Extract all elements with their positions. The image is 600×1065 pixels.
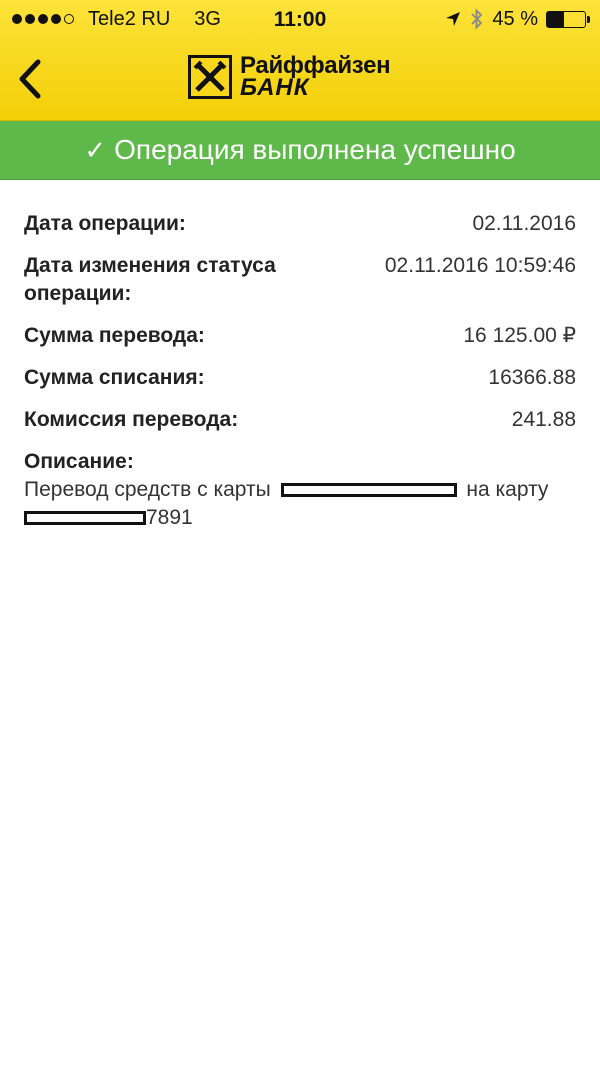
bluetooth-icon: [471, 8, 483, 30]
description-part1: Перевод средств с карты: [24, 478, 271, 501]
description-part2: на карту: [466, 478, 549, 501]
status-change-value: 02.11.2016 10:59:46: [384, 254, 576, 277]
chevron-left-icon: [19, 59, 41, 99]
debit-value: 16366.88: [488, 366, 576, 389]
amount-value: 16 125.00 ₽: [463, 324, 576, 347]
status-bar: Tele2 RU 3G 11:00 45 %: [0, 0, 600, 38]
fee-value: 241.88: [511, 408, 576, 431]
location-arrow-icon: [446, 12, 461, 26]
logo-line2: БАНК: [240, 74, 310, 101]
amount-row: Сумма перевода: 16 125.00 ₽: [24, 322, 576, 350]
redacted-card-number: [280, 483, 457, 498]
battery-percent: 45 %: [492, 7, 538, 30]
status-change-label: Дата изменения статуса операции:: [24, 254, 276, 305]
description-text: Перевод средств с карты на карту 7891: [24, 476, 576, 532]
card-suffix: 7891: [146, 506, 193, 529]
success-banner: ✓ Операция выполнена успешно: [0, 121, 600, 180]
operation-date-row: Дата операции: 02.11.2016: [24, 210, 576, 238]
network-type: 3G: [194, 7, 221, 30]
app-header: Tele2 RU 3G 11:00 45 % Райффайзен БАНК: [0, 0, 600, 121]
redacted-card-number: [24, 511, 146, 526]
status-change-row: Дата изменения статуса операции: 02.11.2…: [24, 252, 576, 308]
nav-bar: Райффайзен БАНК: [0, 38, 600, 120]
battery-icon: [546, 10, 590, 28]
amount-label: Сумма перевода:: [24, 324, 205, 347]
logo-text: Райффайзен БАНК: [240, 54, 391, 101]
debit-label: Сумма списания:: [24, 366, 205, 389]
debit-row: Сумма списания: 16366.88: [24, 364, 576, 392]
operation-date-value: 02.11.2016: [472, 212, 576, 235]
status-right: 45 %: [444, 7, 590, 31]
battery-fill: [547, 11, 565, 27]
carrier-name: Tele2 RU: [88, 7, 171, 30]
operation-date-label: Дата операции:: [24, 212, 186, 235]
bank-logo: Райффайзен БАНК: [188, 54, 391, 101]
checkmark-icon: ✓: [84, 134, 107, 165]
back-button[interactable]: [14, 56, 50, 102]
fee-label: Комиссия перевода:: [24, 408, 239, 431]
signal-strength-icon: [12, 14, 74, 24]
fee-row: Комиссия перевода: 241.88: [24, 406, 576, 434]
success-message: Операция выполнена успешно: [114, 134, 516, 165]
operation-details: Дата операции: 02.11.2016 Дата изменения…: [0, 180, 600, 532]
status-left: Tele2 RU 3G: [12, 8, 221, 31]
description-label: Описание:: [24, 450, 134, 473]
raiffeisen-logo-icon: [188, 55, 232, 99]
clock: 11:00: [273, 8, 327, 31]
